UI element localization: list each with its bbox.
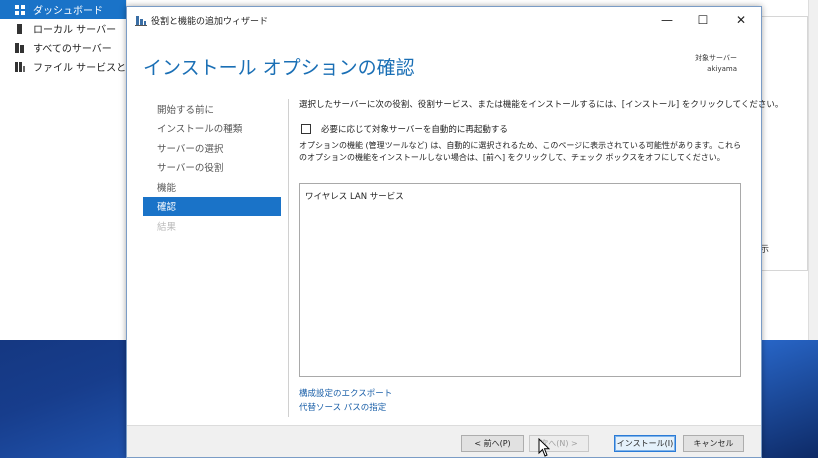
steps-divider: [288, 99, 289, 417]
maximize-button[interactable]: ☐: [685, 7, 721, 33]
mouse-cursor-icon: [538, 438, 550, 457]
sidebar-item-label: ファイル サービスと記憶: [33, 63, 126, 74]
wizard-steps-nav: 開始する前に インストールの種類 サーバーの選択 サーバーの役割 機能 確認 結…: [143, 99, 281, 236]
cancel-button[interactable]: キャンセル: [683, 435, 744, 452]
close-icon: ✕: [735, 13, 747, 27]
sidebar-item-label: ローカル サーバー: [33, 25, 117, 36]
minimize-icon: —: [661, 13, 673, 27]
sidebar-item-local-server[interactable]: ローカル サーバー: [0, 19, 126, 38]
sidebar-item-file-services[interactable]: ファイル サービスと記憶: [0, 57, 126, 76]
file-services-icon: [15, 61, 25, 72]
target-server-name: akiyama: [707, 65, 737, 73]
window-title: 役割と機能の追加ウィザード: [151, 17, 269, 27]
server-manager-scrollbar[interactable]: [808, 0, 818, 340]
confirmation-content: 選択したサーバーに次の役割、役割サービス、または機能をインストールするには、[イ…: [299, 99, 784, 413]
target-server-label: 対象サーバー: [695, 54, 737, 62]
sidebar-item-label: ダッシュボード: [33, 6, 103, 17]
sidebar-item-dashboard[interactable]: ダッシュボード: [0, 0, 126, 19]
previous-button[interactable]: < 前へ(P): [461, 435, 524, 452]
close-button[interactable]: ✕: [723, 7, 759, 33]
server-icon: [15, 23, 25, 34]
server-manager-sidebar: ダッシュボード ローカル サーバー すべてのサーバー ファイル サービスと記憶: [0, 0, 127, 340]
minimize-button[interactable]: —: [649, 7, 685, 33]
install-button[interactable]: インストール(I): [614, 435, 676, 452]
optional-note-line: のオプションの機能をインストールしない場合は、[前へ] をクリックして、チェック…: [299, 153, 725, 162]
step-features[interactable]: 機能: [143, 177, 281, 197]
step-confirmation[interactable]: 確認: [143, 196, 281, 216]
step-before-you-begin[interactable]: 開始する前に: [143, 99, 281, 119]
restart-checkbox-label[interactable]: 必要に応じて対象サーバーを自動的に再起動する: [321, 123, 508, 135]
selected-features-list[interactable]: ワイヤレス LAN サービス: [299, 183, 741, 377]
restart-checkbox[interactable]: [301, 124, 311, 134]
sidebar-item-all-servers[interactable]: すべてのサーバー: [0, 38, 126, 57]
page-title: インストール オプションの確認: [143, 57, 415, 79]
maximize-icon: ☐: [697, 13, 709, 27]
wizard-button-bar: < 前へ(P) 次へ(N) > インストール(I) キャンセル: [127, 425, 761, 457]
step-server-roles[interactable]: サーバーの役割: [143, 158, 281, 178]
restart-option[interactable]: 必要に応じて対象サーバーを自動的に再起動する: [301, 123, 747, 135]
step-installation-type[interactable]: インストールの種類: [143, 119, 281, 139]
server-manager-tile: [757, 16, 808, 271]
export-configuration-link[interactable]: 構成設定のエクスポート: [299, 387, 392, 399]
sidebar-item-label: すべてのサーバー: [33, 44, 112, 55]
list-item: ワイヤレス LAN サービス: [305, 192, 404, 202]
wizard-titlebar[interactable]: 役割と機能の追加ウィザード — ☐ ✕: [127, 7, 761, 33]
server-manager-app-icon: [135, 16, 147, 26]
step-results: 結果: [157, 221, 177, 233]
optional-features-note: オプションの機能 (管理ツールなど) は、自動的に選択されるため、このページに表…: [299, 140, 747, 164]
add-roles-wizard-dialog: 役割と機能の追加ウィザード — ☐ ✕ インストール オプションの確認 対象サー…: [126, 6, 784, 458]
step-server-selection[interactable]: サーバーの選択: [143, 138, 281, 158]
optional-note-line: オプションの機能 (管理ツールなど) は、自動的に選択されるため、このページに表…: [299, 141, 742, 150]
dashboard-icon: [15, 4, 25, 15]
alternate-source-path-link[interactable]: 代替ソース パスの指定: [299, 401, 386, 413]
servers-icon: [15, 42, 25, 53]
instruction-text: 選択したサーバーに次の役割、役割サービス、または機能をインストールするには、[イ…: [299, 100, 784, 110]
